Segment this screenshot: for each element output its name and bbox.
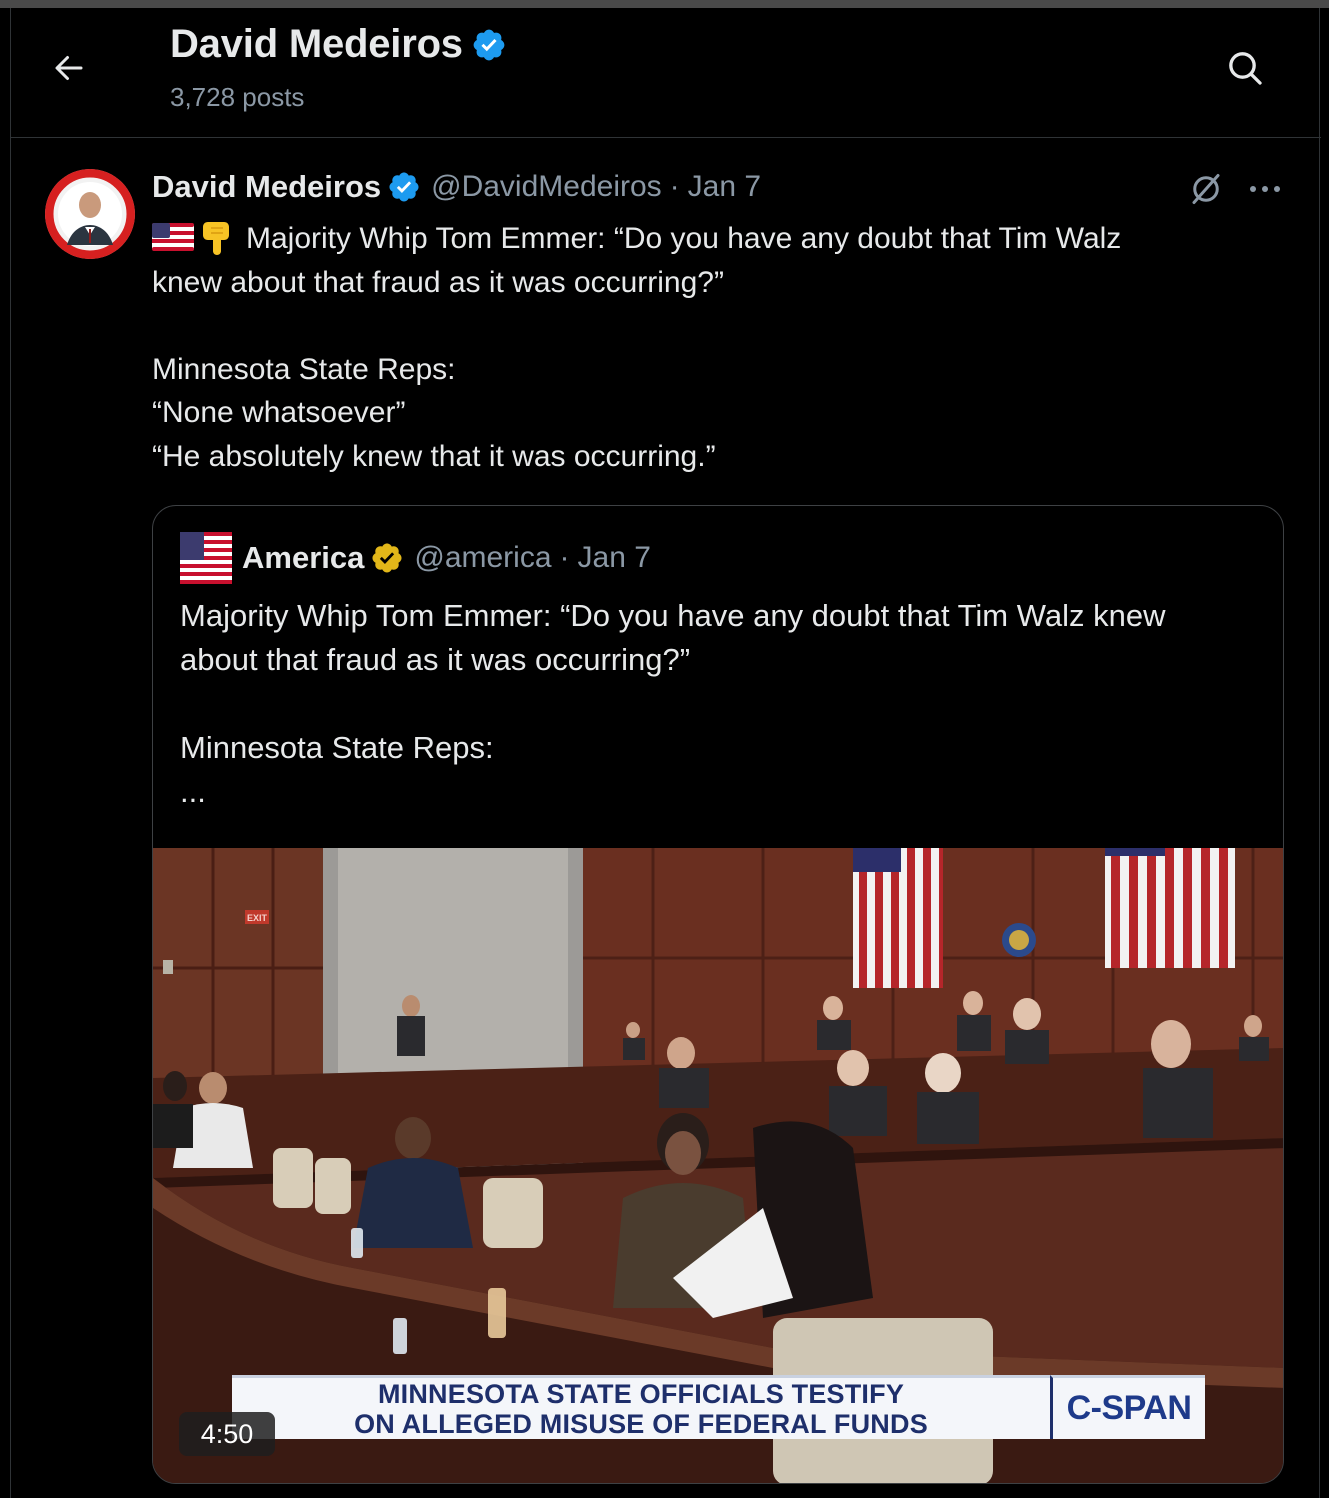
post-text-line: Majority Whip Tom Emmer: “Do you have an… [152,217,1272,261]
window-top-strip [0,0,1329,8]
author-avatar[interactable] [45,169,135,259]
quoted-post[interactable]: America @america · Jan 7 Majority Whip T… [152,505,1284,1484]
back-button[interactable] [47,46,91,90]
quoted-post-date[interactable]: Jan 7 [578,541,651,575]
posts-count: 3,728 posts [170,82,305,112]
more-options-button[interactable] [1243,169,1287,209]
grok-icon [1192,174,1220,204]
quoted-author-name[interactable]: America [242,540,364,576]
grok-button[interactable] [1186,169,1226,209]
quoted-text-line-1: Majority Whip Tom Emmer: “Do you have an… [180,598,1166,633]
author-name[interactable]: David Medeiros [152,169,381,205]
separator-dot: · [559,541,570,574]
quoted-post-text: Majority Whip Tom Emmer: “Do you have an… [180,594,1265,814]
quoted-text-line-2: about that fraud as it was occurring?” [180,642,691,677]
post-text-line-1: Majority Whip Tom Emmer: “Do you have an… [246,222,1122,255]
post-text-line-6: “He absolutely knew that it was occurrin… [152,439,716,473]
video-duration: 4:50 [179,1412,275,1456]
post-date[interactable]: Jan 7 [688,170,761,204]
search-button[interactable] [1221,44,1269,92]
quoted-text-gap [180,682,1265,726]
profile-header: David Medeiros 3,728 posts [11,8,1321,138]
broadcast-chyron: MINNESOTA STATE OFFICIALS TESTIFY ON ALL… [232,1375,1050,1439]
exit-sign: EXIT [247,913,268,923]
network-logo: C-SPAN [1050,1375,1205,1439]
post-text-line-2: knew about that fraud as it was occurrin… [152,265,724,299]
quoted-text-ellipsis: ... [180,774,206,809]
chyron-line-1: MINNESOTA STATE OFFICIALS TESTIFY [377,1378,905,1409]
us-flag-avatar[interactable] [180,532,232,584]
quoted-text-line-4: Minnesota State Reps: [180,730,494,765]
video-player[interactable]: EXIT MINNESOTA STATE OFFICIALS TESTIFY O… [153,848,1283,1483]
search-icon [1229,52,1262,85]
post-text-line-5: “None whatsoever” [152,396,406,429]
post-text: Majority Whip Tom Emmer: “Do you have an… [152,217,1272,478]
us-flag-emoji [152,223,194,251]
profile-title: David Medeiros [170,22,463,66]
verified-badge-icon [389,172,419,202]
chyron-line-2: ON ALLEGED MISUSE OF FEDERAL FUNDS [354,1408,928,1439]
quoted-author-handle[interactable]: @america [414,541,551,575]
arrow-left-icon [55,56,83,80]
verified-badge-icon [473,29,505,60]
author-handle[interactable]: @DavidMedeiros [431,170,662,204]
post-text-gap [152,304,1272,348]
timeline-column: David Medeiros 3,728 posts David Medeiro… [10,8,1321,1498]
separator-dot: · [669,170,680,203]
more-icon [1250,186,1280,192]
pointing-down-emoji [203,222,229,255]
gold-verified-badge-icon [372,543,402,573]
post-text-line-4: Minnesota State Reps: [152,352,456,386]
